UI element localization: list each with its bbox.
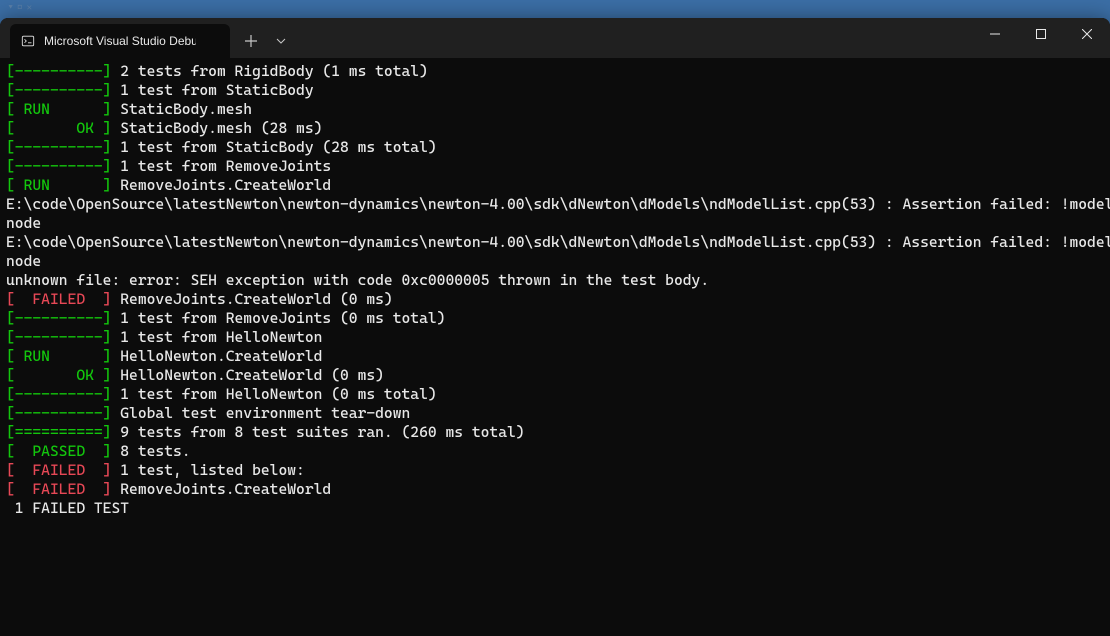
console-line: [----------] 1 test from HelloNewton <box>6 328 1104 347</box>
console-line: [ RUN ] HelloNewton.CreateWorld <box>6 347 1104 366</box>
active-tab[interactable]: Microsoft Visual Studio Debug <box>10 24 230 58</box>
console-line: node <box>6 214 1104 233</box>
tab-title: Microsoft Visual Studio Debug <box>44 34 196 48</box>
console-line: [ RUN ] RemoveJoints.CreateWorld <box>6 176 1104 195</box>
console-line: [ FAILED ] RemoveJoints.CreateWorld (0 m… <box>6 290 1104 309</box>
console-line: [ FAILED ] RemoveJoints.CreateWorld <box>6 480 1104 499</box>
parent-pin-icon: ▾ <box>8 3 13 13</box>
terminal-output[interactable]: [----------] 2 tests from RigidBody (1 m… <box>0 58 1110 636</box>
console-line: [----------] 1 test from RemoveJoints (0… <box>6 309 1104 328</box>
parent-window-strip: ▾ ◻ ✕ <box>0 0 1110 18</box>
console-line: [ OK ] HelloNewton.CreateWorld (0 ms) <box>6 366 1104 385</box>
title-bar[interactable]: Microsoft Visual Studio Debug <box>0 18 1110 58</box>
console-line: [----------] Global test environment tea… <box>6 404 1104 423</box>
parent-close-icon[interactable]: ✕ <box>27 3 32 13</box>
terminal-window: Microsoft Visual Studio Debug [---------… <box>0 18 1110 636</box>
console-line: [----------] 1 test from StaticBody <box>6 81 1104 100</box>
console-line: [----------] 2 tests from RigidBody (1 m… <box>6 62 1104 81</box>
console-line: [ PASSED ] 8 tests. <box>6 442 1104 461</box>
console-line: 1 FAILED TEST <box>6 499 1104 518</box>
window-controls <box>972 18 1110 58</box>
console-line: unknown file: error: SEH exception with … <box>6 271 1104 290</box>
console-line: [ OK ] StaticBody.mesh (28 ms) <box>6 119 1104 138</box>
console-line: [----------] 1 test from StaticBody (28 … <box>6 138 1104 157</box>
parent-window-controls: ▾ ◻ ✕ <box>8 3 32 13</box>
console-line: [----------] 1 test from HelloNewton (0 … <box>6 385 1104 404</box>
console-line: node <box>6 252 1104 271</box>
minimize-button[interactable] <box>972 18 1018 50</box>
close-window-button[interactable] <box>1064 18 1110 50</box>
close-tab-button[interactable] <box>204 33 220 49</box>
terminal-icon <box>20 33 36 49</box>
console-line: E:\code\OpenSource\latestNewton\newton-d… <box>6 195 1104 214</box>
console-line: [----------] 1 test from RemoveJoints <box>6 157 1104 176</box>
console-line: [ RUN ] StaticBody.mesh <box>6 100 1104 119</box>
maximize-button[interactable] <box>1018 18 1064 50</box>
tab-dropdown-button[interactable] <box>266 24 296 58</box>
parent-pin2-icon: ◻ <box>17 3 22 13</box>
new-tab-button[interactable] <box>236 24 266 58</box>
console-line: [ FAILED ] 1 test, listed below: <box>6 461 1104 480</box>
console-line: [==========] 9 tests from 8 test suites … <box>6 423 1104 442</box>
console-line: E:\code\OpenSource\latestNewton\newton-d… <box>6 233 1104 252</box>
